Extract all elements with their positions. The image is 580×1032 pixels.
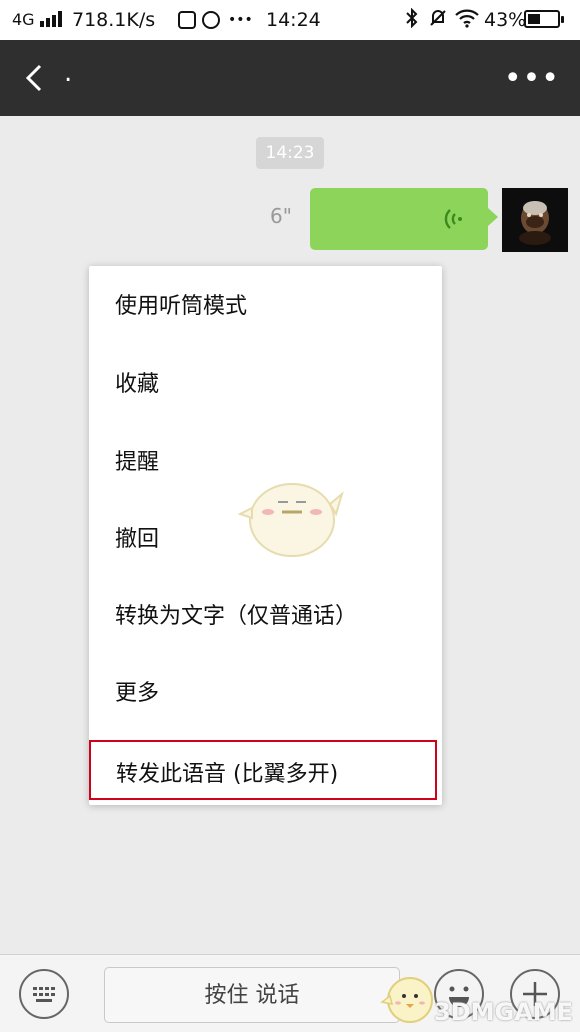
keyboard-toggle-button[interactable] bbox=[19, 969, 69, 1019]
menu-item-label: 转发此语音 (比翼多开) bbox=[116, 762, 339, 787]
more-notifications-icon: ••• bbox=[228, 12, 253, 28]
chat-info-button[interactable]: ••• bbox=[504, 64, 560, 94]
status-bar: 4G 718.1K/s ••• 14:24 43% bbox=[0, 0, 580, 40]
menu-item-label: 撤回 bbox=[115, 527, 160, 552]
voice-duration: 6" bbox=[270, 204, 292, 228]
menu-item-forward-voice[interactable]: 转发此语音 (比翼多开) bbox=[89, 740, 437, 800]
battery-percent: 43% bbox=[484, 9, 527, 31]
menu-item-label: 使用听筒模式 bbox=[115, 294, 248, 319]
signal-icon bbox=[36, 8, 62, 32]
back-arrow-icon bbox=[25, 64, 42, 92]
keyboard-icon bbox=[33, 987, 55, 1002]
watermark-mascot-icon bbox=[380, 977, 433, 1023]
avatar[interactable] bbox=[502, 188, 568, 252]
avatar-image bbox=[502, 188, 568, 252]
watermark-text: 3DMGAME bbox=[434, 998, 574, 1026]
menu-item-earpiece-mode[interactable]: 使用听筒模式 bbox=[89, 266, 442, 343]
bluetooth-icon bbox=[405, 7, 419, 34]
mascot-watermark-image bbox=[238, 483, 344, 557]
menu-item-favorite[interactable]: 收藏 bbox=[89, 344, 442, 421]
menu-item-label: 更多 bbox=[115, 681, 160, 706]
menu-item-label: 提醒 bbox=[115, 450, 160, 475]
hold-to-talk-button[interactable]: 按住 说话 bbox=[104, 967, 400, 1023]
message-timestamp: 14:23 bbox=[256, 137, 324, 169]
network-type: 4G bbox=[12, 10, 35, 29]
chat-title: . bbox=[64, 58, 73, 88]
battery-level bbox=[528, 14, 540, 24]
network-speed: 718.1K/s bbox=[72, 9, 156, 31]
menu-item-label: 收藏 bbox=[115, 372, 160, 397]
menu-item-more[interactable]: 更多 bbox=[89, 653, 442, 730]
status-time: 14:24 bbox=[266, 9, 321, 31]
app-notification-icon bbox=[178, 8, 196, 32]
menu-item-convert-to-text[interactable]: 转换为文字（仅普通话） bbox=[89, 576, 442, 653]
back-button[interactable] bbox=[22, 62, 52, 94]
mute-bell-icon bbox=[428, 8, 448, 34]
menu-item-label: 转换为文字（仅普通话） bbox=[115, 604, 358, 629]
voice-message-bubble[interactable] bbox=[310, 188, 498, 250]
chat-header: . ••• bbox=[0, 40, 580, 116]
voice-wave-icon bbox=[444, 209, 462, 229]
battery-icon bbox=[524, 10, 564, 28]
wifi-icon bbox=[454, 8, 480, 34]
app-notification-icon bbox=[202, 8, 220, 32]
